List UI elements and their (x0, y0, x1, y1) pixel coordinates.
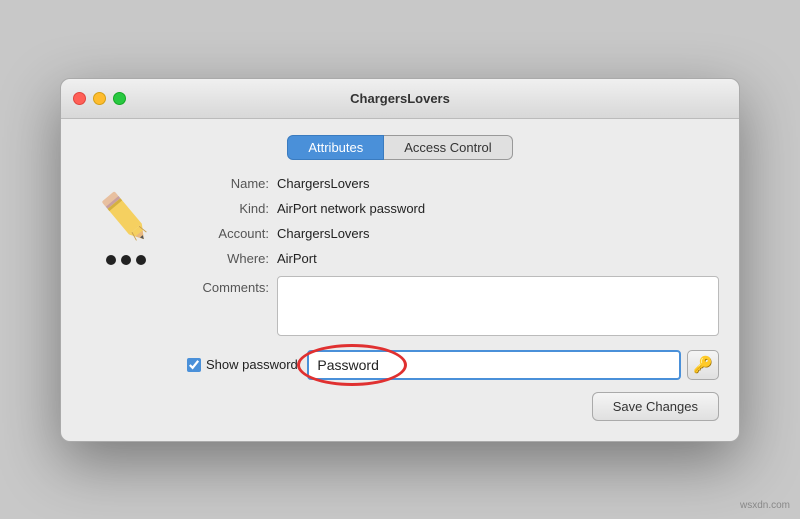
show-password-text: Show password: (206, 357, 301, 372)
kind-label: Kind: (187, 201, 277, 216)
save-changes-button[interactable]: Save Changes (592, 392, 719, 421)
where-row: Where: AirPort (187, 251, 719, 266)
main-area: Name: ChargersLovers Kind: AirPort netwo… (81, 176, 719, 421)
pencil-icon (94, 186, 159, 251)
tab-bar: Attributes Access Control (81, 135, 719, 160)
show-password-label[interactable]: Show password: (187, 357, 301, 372)
minimize-button[interactable] (93, 92, 106, 105)
password-dots (106, 255, 146, 265)
account-row: Account: ChargersLovers (187, 226, 719, 241)
titlebar: ChargersLovers (61, 79, 739, 119)
traffic-lights (73, 92, 126, 105)
account-value: ChargersLovers (277, 226, 370, 241)
window: ChargersLovers Attributes Access Control (60, 78, 740, 442)
show-password-checkbox[interactable] (187, 358, 201, 372)
password-input-wrapper (307, 350, 681, 380)
password-input[interactable] (307, 350, 681, 380)
tab-attributes[interactable]: Attributes (287, 135, 384, 160)
dot-2 (121, 255, 131, 265)
close-button[interactable] (73, 92, 86, 105)
name-row: Name: ChargersLovers (187, 176, 719, 191)
dot-3 (136, 255, 146, 265)
window-title: ChargersLovers (350, 91, 450, 106)
where-label: Where: (187, 251, 277, 266)
where-value: AirPort (277, 251, 317, 266)
key-button[interactable]: 🔑 (687, 350, 719, 380)
password-row: Show password: 🔑 (187, 350, 719, 380)
comments-label: Comments: (187, 280, 277, 295)
name-label: Name: (187, 176, 277, 191)
name-value: ChargersLovers (277, 176, 370, 191)
window-content: Attributes Access Control (61, 119, 739, 441)
icon-area (81, 176, 171, 421)
account-label: Account: (187, 226, 277, 241)
comments-row: Comments: (187, 276, 719, 336)
kind-row: Kind: AirPort network password (187, 201, 719, 216)
dot-1 (106, 255, 116, 265)
watermark: wsxdn.com (740, 500, 790, 511)
kind-value: AirPort network password (277, 201, 425, 216)
save-row: Save Changes (187, 392, 719, 421)
tab-access-control[interactable]: Access Control (384, 135, 512, 160)
key-icon: 🔑 (693, 355, 713, 375)
maximize-button[interactable] (113, 92, 126, 105)
comments-input[interactable] (277, 276, 719, 336)
fields-area: Name: ChargersLovers Kind: AirPort netwo… (187, 176, 719, 421)
